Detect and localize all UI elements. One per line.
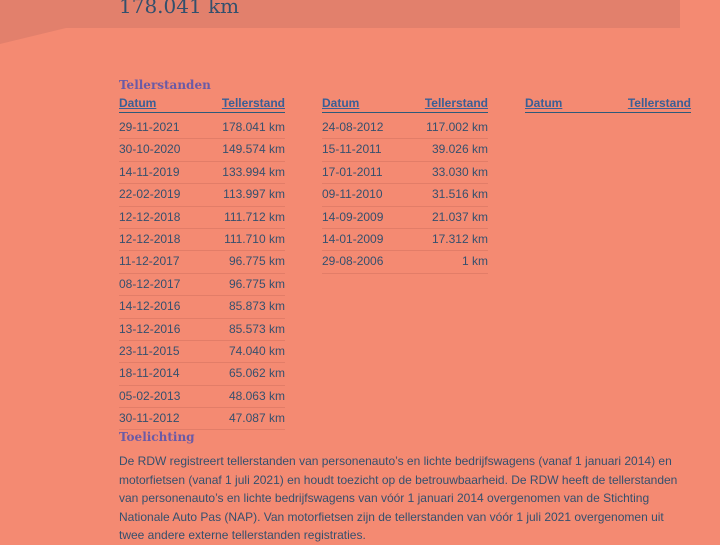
odometer-rows: 29-11-2021 178.041 km 30-10-2020 149.574 km… (119, 117, 285, 431)
value-header[interactable]: Tellerstand (222, 96, 285, 110)
value-header[interactable]: Tellerstand (425, 96, 488, 110)
row-date: 17-01-2011 (322, 164, 383, 179)
table-row: 23-11-2015 74.040 km (119, 341, 285, 364)
row-value: 113.997 km (223, 187, 285, 202)
table-row: 14-11-2019 133.994 km (119, 162, 285, 185)
table-row: 29-11-2021 178.041 km (119, 117, 285, 140)
date-header[interactable]: Datum (525, 96, 562, 110)
row-date: 09-11-2010 (322, 187, 383, 202)
row-date: 22-02-2019 (119, 187, 181, 202)
odometer-column-3: Datum Tellerstand (525, 96, 691, 117)
column-header: Datum Tellerstand (119, 96, 285, 113)
row-value: 31.516 km (431, 187, 488, 202)
odometer-rows: 24-08-2012 117.002 km 15-11-2011 39.026 km 1… (322, 117, 488, 274)
toelichting-title: Toelichting (119, 430, 195, 444)
row-value: 111.712 km (224, 209, 285, 224)
table-row: 18-11-2014 65.062 km (119, 363, 285, 386)
row-value: 133.994 km (222, 164, 285, 179)
row-date: 08-12-2017 (119, 276, 181, 291)
tellerstanden-title: Tellerstanden (119, 78, 211, 92)
value-header[interactable]: Tellerstand (628, 96, 691, 110)
row-value: 178.041 km (222, 120, 285, 134)
toelichting-text: De RDW registreert tellerstanden van per… (119, 454, 678, 543)
banner-notch (0, 28, 66, 44)
table-row: 08-12-2017 96.775 km (119, 274, 285, 297)
row-date: 23-11-2015 (119, 343, 180, 358)
row-value: 1 km (461, 254, 488, 269)
row-date: 14-11-2019 (119, 164, 180, 179)
table-row: 12-12-2018 111.712 km (119, 207, 285, 229)
row-date: 12-12-2018 (119, 209, 181, 224)
row-date: 18-11-2014 (119, 366, 180, 381)
row-date: 24-08-2012 (322, 120, 384, 134)
table-row: 13-12-2016 85.573 km (119, 319, 285, 341)
row-value: 85.873 km (228, 299, 285, 314)
row-value: 21.037 km (431, 209, 488, 224)
row-date: 14-12-2016 (119, 299, 181, 314)
row-value: 17.312 km (431, 231, 488, 246)
odometer-column-1: Datum Tellerstand 29-11-2021 178.041 km 30… (119, 96, 285, 431)
table-row: 24-08-2012 117.002 km (322, 117, 488, 140)
row-date: 29-08-2006 (322, 254, 384, 269)
table-row: 14-09-2009 21.037 km (322, 207, 488, 229)
column-header: Datum Tellerstand (322, 96, 488, 113)
row-value: 47.087 km (228, 411, 285, 426)
date-header[interactable]: Datum (119, 96, 156, 110)
column-header: Datum Tellerstand (525, 96, 691, 113)
table-row: 14-12-2016 85.873 km (119, 296, 285, 319)
row-value: 65.062 km (228, 366, 285, 381)
table-row: 30-11-2012 47.087 km (119, 408, 285, 431)
row-value: 111.710 km (224, 231, 285, 246)
mileage-heading: 178.041 km (119, 0, 240, 18)
row-date: 11-12-2017 (119, 254, 180, 269)
row-date: 13-12-2016 (119, 321, 181, 336)
row-date: 30-10-2020 (119, 142, 181, 157)
table-row: 15-11-2011 39.026 km (322, 139, 488, 162)
top-banner (0, 0, 680, 28)
date-header[interactable]: Datum (322, 96, 359, 110)
row-value: 48.063 km (228, 388, 285, 403)
table-row: 30-10-2020 149.574 km (119, 139, 285, 162)
table-row: 09-11-2010 31.516 km (322, 184, 488, 207)
row-value: 96.775 km (228, 276, 285, 291)
row-value: 117.002 km (426, 120, 488, 134)
table-row: 17-01-2011 33.030 km (322, 162, 488, 185)
table-row: 29-08-2006 1 km (322, 251, 488, 274)
row-date: 29-11-2021 (119, 120, 180, 134)
row-date: 30-11-2012 (119, 411, 180, 426)
row-date: 14-09-2009 (322, 209, 384, 224)
table-row: 11-12-2017 96.775 km (119, 251, 285, 274)
table-row: 22-02-2019 113.997 km (119, 184, 285, 207)
table-row: 14-01-2009 17.312 km (322, 229, 488, 252)
row-value: 85.573 km (228, 321, 285, 336)
row-value: 39.026 km (431, 142, 488, 157)
row-date: 14-01-2009 (322, 231, 384, 246)
table-row: 05-02-2013 48.063 km (119, 386, 285, 409)
odometer-column-2: Datum Tellerstand 24-08-2012 117.002 km 15… (322, 96, 488, 274)
row-value: 74.040 km (228, 343, 285, 358)
row-value: 33.030 km (431, 164, 488, 179)
row-value: 96.775 km (228, 254, 285, 269)
row-date: 15-11-2011 (322, 142, 382, 157)
row-date: 12-12-2018 (119, 231, 181, 246)
row-date: 05-02-2013 (119, 388, 181, 403)
table-row: 12-12-2018 111.710 km (119, 229, 285, 252)
row-value: 149.574 km (222, 142, 285, 157)
